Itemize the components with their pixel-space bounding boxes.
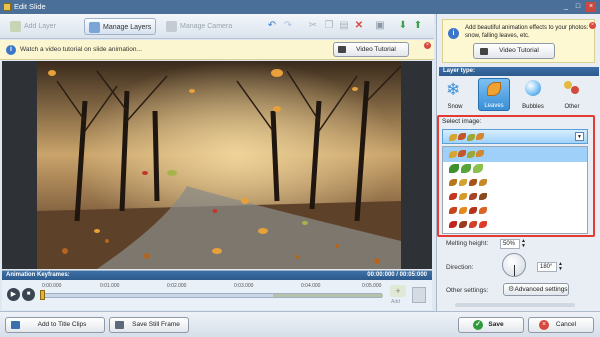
layer-type-other[interactable]: Other <box>556 78 588 111</box>
direction-label: Direction: <box>446 264 474 271</box>
app-icon <box>3 3 11 11</box>
move-up-icon[interactable]: ⬆ <box>411 19 425 33</box>
move-down-icon[interactable]: ⬇ <box>396 19 410 33</box>
list-item[interactable] <box>443 175 587 190</box>
close-promo-icon[interactable]: × <box>589 22 596 29</box>
keyframes-header: Animation Keyframes: 00:00:000 / 00:05:0… <box>2 271 432 280</box>
list-item[interactable] <box>443 161 587 176</box>
panel-scrollbar[interactable] <box>455 303 575 307</box>
keyframe-marker[interactable] <box>40 290 45 300</box>
film-icon <box>338 46 346 53</box>
undo-icon[interactable]: ↶ <box>265 19 279 33</box>
tick-label: 0:04.000 <box>301 283 321 289</box>
add-layer-button[interactable]: Add Layer <box>6 18 72 35</box>
title-clips-icon <box>11 321 20 329</box>
list-item[interactable] <box>443 203 587 218</box>
toolbar: Add Layer Manage Layers Manage Camera ↶ … <box>0 14 434 39</box>
list-item[interactable] <box>443 147 587 162</box>
save-button[interactable]: ✓ Save <box>458 317 524 333</box>
paste-icon[interactable]: ▤ <box>337 19 351 33</box>
melting-height-stepper[interactable]: ▲ ▼ <box>521 239 526 249</box>
film-icon <box>480 48 488 55</box>
melting-height-label: Melting height: <box>446 240 489 247</box>
slide-preview <box>2 61 432 269</box>
add-layer-icon <box>10 21 21 32</box>
leaf-sample-icon <box>449 134 457 141</box>
title-bar: Edit Slide _ □ × <box>0 0 600 14</box>
promo-box: i Add beautiful animation effects to you… <box>442 19 596 63</box>
manage-layers-button[interactable]: Manage Layers <box>84 18 156 35</box>
layer-type-bubbles[interactable]: Bubbles <box>517 78 549 111</box>
add-keyframe-icon[interactable]: + <box>390 285 406 297</box>
promo-text: Add beautiful animation effects to your … <box>465 25 589 39</box>
stop-button[interactable]: ■ <box>22 288 35 301</box>
redo-icon[interactable]: ↷ <box>281 19 295 33</box>
info-icon: i <box>448 28 459 39</box>
image-options-list <box>442 146 588 234</box>
close-hint-icon[interactable]: × <box>424 42 431 49</box>
info-icon: i <box>6 45 16 55</box>
layer-type-leaves[interactable]: Leaves <box>478 78 510 111</box>
copy-icon[interactable]: ❐ <box>322 19 336 33</box>
bottom-bar: Add to Title Clips Save Still Frame ✓ Sa… <box>0 311 600 337</box>
close-window-button[interactable]: × <box>586 2 596 12</box>
tick-label: 0:05.000 <box>362 283 382 289</box>
slide-photo[interactable] <box>37 61 401 269</box>
image-select-dropdown[interactable]: ▼ <box>442 129 588 144</box>
bubble-icon <box>525 80 541 96</box>
cancel-button[interactable]: × Cancel <box>528 317 594 333</box>
layer-type-header: Layer type: <box>439 67 599 76</box>
direction-dial[interactable] <box>502 253 526 277</box>
window-title: Edit Slide <box>14 2 46 11</box>
direction-stepper[interactable]: ▲ ▼ <box>558 262 563 272</box>
add-keyframe-label: Add <box>391 299 400 305</box>
tick-label: 0:03.000 <box>234 283 254 289</box>
delete-icon[interactable]: ✕ <box>352 19 366 33</box>
list-item[interactable] <box>443 189 587 204</box>
layer-type-snow[interactable]: ❄ Snow <box>439 78 471 111</box>
save-still-frame-button[interactable]: Save Still Frame <box>109 317 189 333</box>
chevron-down-icon[interactable]: ▼ <box>575 132 584 141</box>
maximize-button[interactable]: □ <box>573 2 583 12</box>
play-button[interactable]: ▶ <box>7 288 20 301</box>
tick-label: 0:00.000 <box>42 283 62 289</box>
keyframes-panel: Animation Keyframes: 00:00:000 / 00:05:0… <box>2 270 432 310</box>
checkmark-icon: ✓ <box>473 320 483 330</box>
cut-icon[interactable]: ✂ <box>306 19 320 33</box>
melting-height-input[interactable]: 50% <box>500 239 520 249</box>
delete-keyframe-button[interactable] <box>412 287 426 303</box>
promo-video-tutorial-button[interactable]: Video Tutorial <box>473 43 555 59</box>
select-image-label: Select image: <box>442 118 482 125</box>
hint-text[interactable]: Watch a video tutorial on slide animatio… <box>20 40 142 60</box>
frame-icon <box>115 321 124 329</box>
other-settings-label: Other settings: <box>446 287 489 294</box>
gear-icon: ⚙ <box>508 286 515 293</box>
snowflake-icon: ❄ <box>446 80 461 99</box>
cancel-icon: × <box>539 320 549 330</box>
advanced-settings-button[interactable]: ⚙ Advanced settings <box>503 283 569 296</box>
timeline-range <box>273 294 383 297</box>
minimize-button[interactable]: _ <box>561 2 571 12</box>
layers-icon <box>89 22 100 33</box>
leaf-icon <box>487 82 501 96</box>
timeline-ruler: 0:00.000 0:01.000 0:02.000 0:03.000 0:04… <box>42 283 382 289</box>
camera-icon <box>166 21 177 32</box>
hint-bar: i Watch a video tutorial on slide animat… <box>0 40 434 60</box>
manage-camera-button[interactable]: Manage Camera <box>162 18 234 35</box>
video-tutorial-button[interactable]: Video Tutorial <box>333 42 409 57</box>
list-item[interactable] <box>443 217 587 232</box>
tick-label: 0:02.000 <box>167 283 187 289</box>
keyframes-time: 00:00:000 / 00:05:000 <box>367 272 427 278</box>
dial-needle <box>514 265 515 276</box>
direction-input[interactable]: 180° <box>537 262 557 272</box>
add-to-title-clips-button[interactable]: Add to Title Clips <box>5 317 105 333</box>
properties-icon[interactable]: ▣ <box>373 19 387 33</box>
tick-label: 0:01.000 <box>100 283 120 289</box>
timeline-track[interactable] <box>42 293 383 298</box>
